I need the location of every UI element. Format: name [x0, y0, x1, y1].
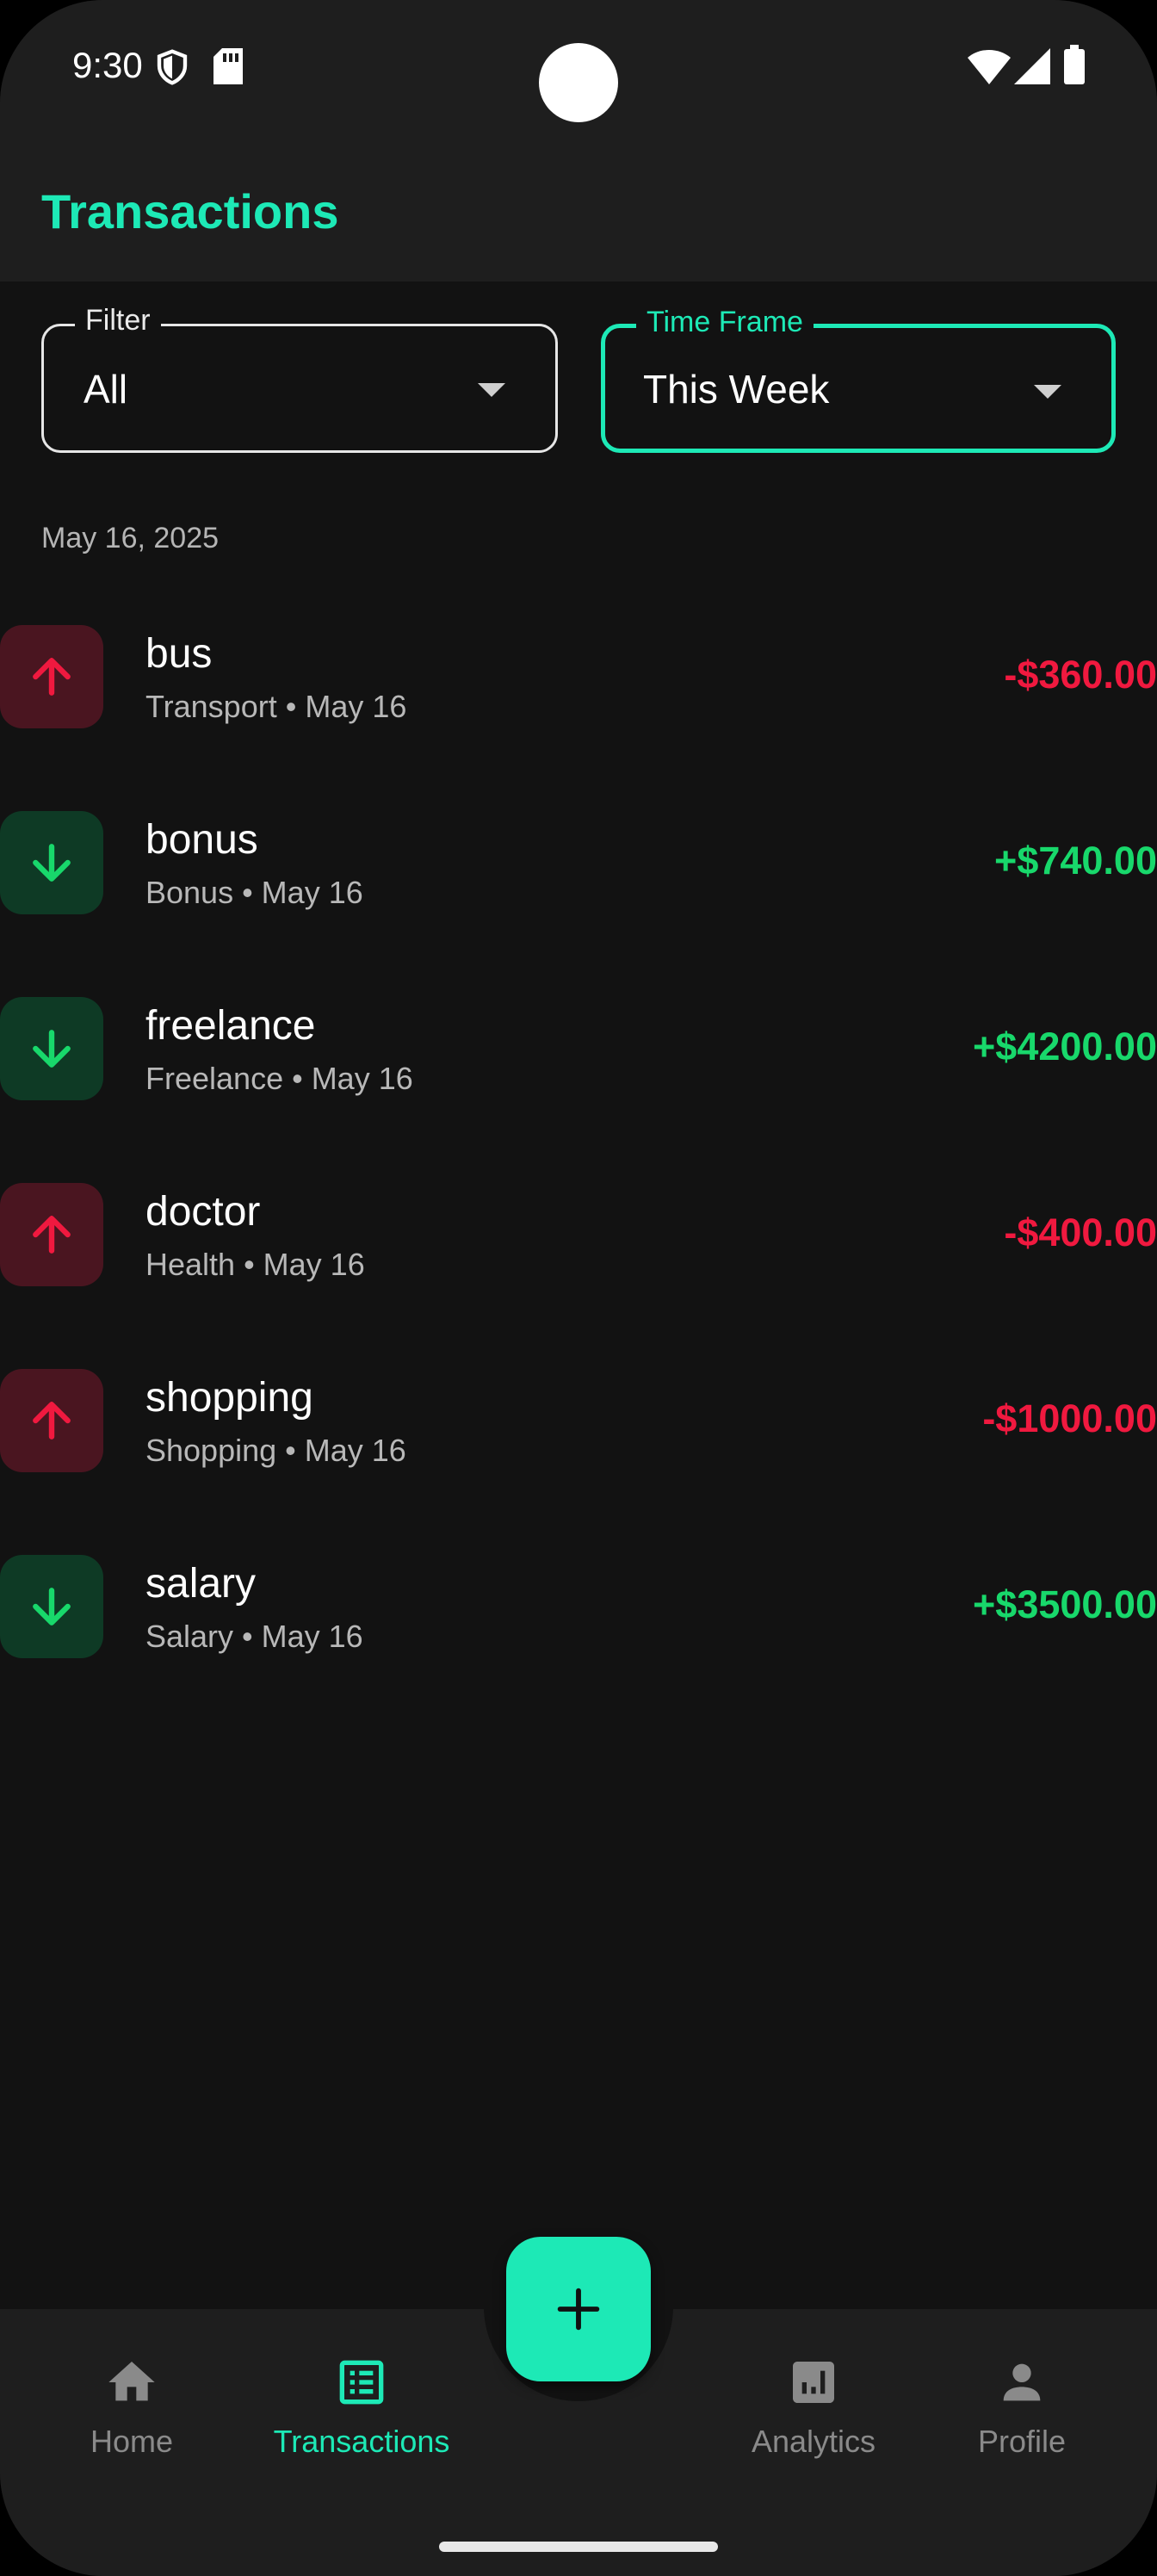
- transaction-row[interactable]: freelance Freelance • May 16 +$4200.00: [0, 964, 1157, 1150]
- transaction-name: doctor: [145, 1189, 261, 1235]
- income-arrow-icon: [0, 811, 103, 914]
- add-icon: [557, 2288, 600, 2331]
- nav-label-transactions: Transactions: [273, 2424, 450, 2459]
- transaction-amount: -$400.00: [1004, 1211, 1157, 1254]
- home-indicator[interactable]: [439, 2542, 718, 2552]
- time-frame-dropdown[interactable]: Time Frame This Week: [601, 306, 1116, 453]
- shield-icon: [157, 49, 188, 85]
- transaction-category-date: Transport • May 16: [145, 689, 407, 724]
- transaction-row[interactable]: salary Salary • May 16 +$3500.00: [0, 1522, 1157, 1708]
- transaction-name: shopping: [145, 1375, 313, 1421]
- expense-arrow-icon: [0, 625, 103, 728]
- transaction-row[interactable]: bonus Bonus • May 16 +$740.00: [0, 778, 1157, 964]
- transaction-name: salary: [145, 1561, 257, 1607]
- person-icon: [1003, 2363, 1041, 2401]
- nav-label-profile: Profile: [977, 2424, 1067, 2459]
- nav-item-home[interactable]: Home: [20, 2355, 244, 2475]
- time-frame-dropdown-label: Time Frame: [636, 306, 814, 339]
- nav-item-profile[interactable]: Profile: [910, 2355, 1134, 2475]
- status-time: 9:30: [72, 45, 143, 85]
- analytics-icon: [793, 2362, 834, 2403]
- expense-arrow-icon: [0, 1369, 103, 1472]
- nav-label-analytics: Analytics: [751, 2424, 876, 2459]
- transaction-category-date: Salary • May 16: [145, 1619, 363, 1654]
- transaction-amount: +$4200.00: [973, 1025, 1157, 1068]
- transaction-name: freelance: [145, 1003, 316, 1049]
- home-icon: [108, 2362, 155, 2401]
- dropdown-arrow-icon: [1034, 385, 1061, 399]
- cell-signal-icon: [1014, 48, 1050, 84]
- transaction-row[interactable]: bus Transport • May 16 -$360.00: [0, 592, 1157, 778]
- filter-dropdown[interactable]: Filter All: [41, 304, 558, 453]
- front-camera: [539, 43, 618, 122]
- dropdown-arrow-icon: [478, 383, 505, 397]
- phone-screen: 9:30 Transactions Filter All Time Frame …: [0, 0, 1157, 2576]
- app-bar: Transactions: [0, 142, 1157, 282]
- transaction-category-date: Health • May 16: [145, 1247, 365, 1282]
- transaction-category-date: Shopping • May 16: [145, 1433, 406, 1468]
- transaction-name: bus: [145, 631, 213, 677]
- transaction-amount: -$1000.00: [982, 1396, 1157, 1440]
- transaction-amount: +$740.00: [994, 839, 1157, 882]
- transaction-amount: +$3500.00: [973, 1582, 1157, 1626]
- add-transaction-button[interactable]: [506, 2237, 651, 2381]
- filter-dropdown-label: Filter: [75, 304, 161, 337]
- income-arrow-icon: [0, 997, 103, 1100]
- receipt-list-icon: [339, 2360, 384, 2405]
- filter-dropdown-value: All: [84, 367, 128, 412]
- transaction-row[interactable]: doctor Health • May 16 -$400.00: [0, 1150, 1157, 1336]
- income-arrow-icon: [0, 1555, 103, 1658]
- page-title: Transactions: [41, 184, 339, 238]
- expense-arrow-icon: [0, 1183, 103, 1286]
- wifi-icon: [968, 50, 1011, 84]
- transaction-category-date: Bonus • May 16: [145, 875, 363, 910]
- transaction-name: bonus: [145, 817, 258, 863]
- date-group-header: May 16, 2025: [41, 522, 220, 554]
- time-frame-dropdown-value: This Week: [643, 367, 830, 412]
- nav-label-home: Home: [90, 2424, 174, 2459]
- battery-icon: [1064, 45, 1085, 84]
- transaction-amount: -$360.00: [1004, 653, 1157, 697]
- sd-card-icon: [213, 48, 243, 84]
- transaction-row[interactable]: shopping Shopping • May 16 -$1000.00: [0, 1336, 1157, 1522]
- nav-item-transactions[interactable]: Transactions: [250, 2355, 473, 2475]
- transaction-category-date: Freelance • May 16: [145, 1061, 413, 1096]
- nav-item-analytics[interactable]: Analytics: [702, 2355, 925, 2475]
